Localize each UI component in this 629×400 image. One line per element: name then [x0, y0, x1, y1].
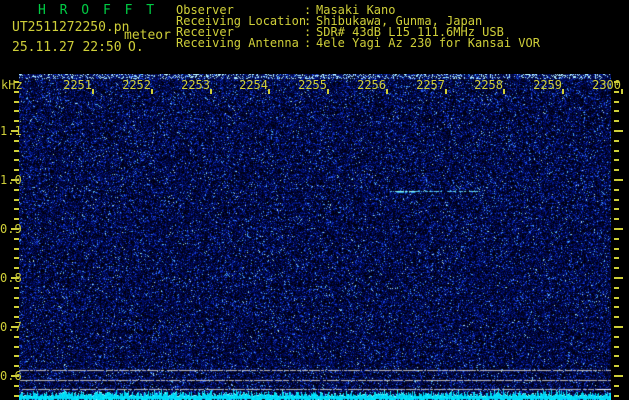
time-label: 2255	[285, 78, 327, 92]
time-tick	[621, 89, 623, 94]
freq-tick-right	[614, 355, 619, 357]
time-label: 2253	[168, 78, 210, 92]
freq-tick-left	[14, 336, 19, 338]
freq-tick-right	[614, 150, 619, 152]
time-tick	[503, 89, 505, 94]
freq-tick-left	[14, 91, 19, 93]
time-label: 2258	[461, 78, 503, 92]
freq-tick-right	[614, 277, 623, 279]
freq-tick-left	[14, 346, 19, 348]
freq-tick-right	[614, 218, 619, 220]
time-label: 2257	[403, 78, 445, 92]
freq-tick-left	[14, 385, 19, 387]
freq-tick-left	[14, 159, 19, 161]
freq-tick-right	[614, 199, 619, 201]
freq-tick-right	[614, 385, 619, 387]
freq-tick-right	[614, 297, 619, 299]
freq-tick-right	[614, 130, 623, 132]
freq-tick-right	[614, 110, 619, 112]
freq-tick-right	[614, 287, 619, 289]
freq-tick-left	[14, 257, 19, 259]
freq-tick-left	[14, 316, 19, 318]
freq-tick-right	[614, 248, 619, 250]
freq-tick-right	[614, 365, 619, 367]
freq-tick-left	[14, 140, 19, 142]
freq-tick-right	[614, 81, 619, 83]
freq-tick-left	[14, 169, 19, 171]
time-tick	[327, 89, 329, 94]
freq-tick-right	[614, 228, 623, 230]
time-tick	[386, 89, 388, 94]
time-label: 2259	[520, 78, 562, 92]
freq-tick-right	[614, 159, 619, 161]
freq-tick-left	[14, 208, 19, 210]
freq-tick-left	[14, 218, 19, 220]
freq-tick-left	[11, 130, 19, 132]
freq-tick-left	[11, 228, 19, 230]
freq-tick-left	[14, 395, 19, 397]
freq-tick-left	[14, 199, 19, 201]
freq-tick-right	[614, 267, 619, 269]
freq-tick-right	[614, 336, 619, 338]
freq-tick-right	[614, 169, 619, 171]
freq-tick-left	[14, 81, 19, 83]
freq-tick-left	[11, 179, 19, 181]
freq-tick-left	[14, 287, 19, 289]
freq-tick-left	[14, 267, 19, 269]
freq-tick-right	[614, 375, 623, 377]
freq-tick-right	[614, 306, 619, 308]
time-label: 2252	[109, 78, 151, 92]
freq-tick-right	[614, 101, 619, 103]
freq-tick-right	[614, 346, 619, 348]
freq-tick-left	[14, 248, 19, 250]
freq-tick-right	[614, 208, 619, 210]
freq-tick-left	[14, 238, 19, 240]
freq-tick-left	[11, 326, 19, 328]
freq-tick-left	[14, 189, 19, 191]
freq-tick-right	[614, 257, 619, 259]
time-label: 2256	[344, 78, 386, 92]
time-tick	[210, 89, 212, 94]
time-label: 2254	[226, 78, 268, 92]
time-tick	[92, 89, 94, 94]
freq-tick-left	[14, 306, 19, 308]
freq-tick-right	[614, 140, 619, 142]
freq-tick-right	[614, 179, 623, 181]
freq-tick-right	[614, 316, 619, 318]
freq-tick-left	[14, 365, 19, 367]
freq-tick-right	[614, 189, 619, 191]
freq-tick-left	[14, 120, 19, 122]
freq-tick-left	[14, 101, 19, 103]
freq-tick-right	[614, 395, 619, 397]
freq-tick-left	[14, 297, 19, 299]
time-tick	[151, 89, 153, 94]
freq-tick-left	[11, 277, 19, 279]
freq-tick-right	[614, 120, 619, 122]
freq-tick-right	[614, 326, 623, 328]
axis-layer: 2251 2252 2253 2254 2255 2256 2257 2258 2259 2300…	[0, 0, 629, 400]
freq-tick-left	[14, 355, 19, 357]
hrofft-screen: H R O F F T UT2511272250.pn meteor 25.11…	[0, 0, 629, 400]
freq-tick-right	[614, 238, 619, 240]
time-label: 2251	[50, 78, 92, 92]
time-tick	[268, 89, 270, 94]
freq-tick-right	[614, 91, 619, 93]
freq-tick-left	[14, 110, 19, 112]
time-tick	[562, 89, 564, 94]
time-tick	[445, 89, 447, 94]
freq-tick-left	[14, 150, 19, 152]
freq-tick-left	[11, 375, 19, 377]
